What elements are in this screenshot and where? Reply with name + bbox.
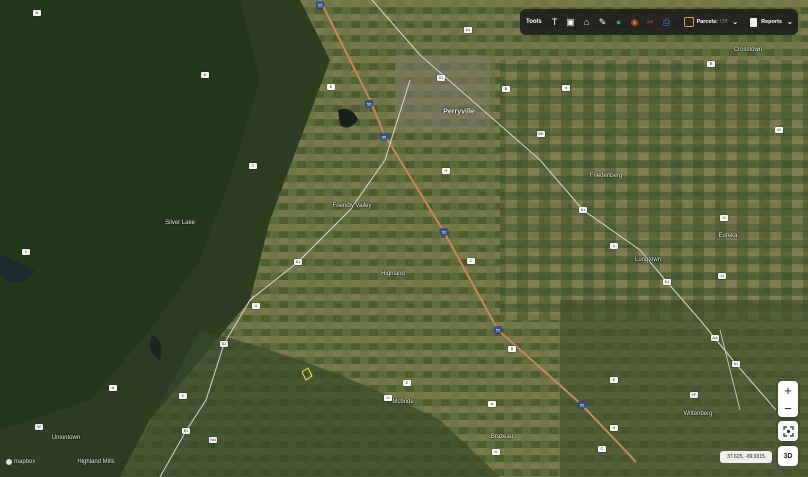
route-shield: O — [720, 215, 728, 221]
route-shield: O — [384, 395, 392, 401]
mapbox-attribution[interactable]: mapbox — [6, 459, 35, 465]
text-icon: T — [551, 17, 558, 27]
route-shield: AA — [711, 335, 719, 341]
scissors-icon: ✂ — [646, 16, 655, 27]
route-shield: 61 — [294, 259, 302, 265]
reports-dropdown[interactable]: Reports ⌄ — [750, 17, 793, 27]
route-shield: 61 — [663, 279, 671, 285]
route-shield: U — [252, 303, 260, 309]
route-shield: NN — [209, 437, 217, 443]
zoom-controls: + − — [778, 381, 798, 417]
mapbox-logo-icon — [6, 459, 12, 465]
target-tool-button[interactable]: ◉ — [628, 15, 642, 29]
route-shield: 61 — [464, 27, 472, 33]
route-shield: N — [33, 10, 41, 16]
place-label: Friedenberg — [589, 173, 623, 179]
report-icon — [750, 17, 758, 27]
scissors-tool-button[interactable]: ✂ — [644, 15, 658, 29]
layers-icon — [683, 17, 694, 27]
route-shield: 61 — [732, 361, 740, 367]
place-label: Friendly Valley — [332, 203, 372, 209]
place-label: Silver Lake — [165, 220, 195, 226]
place-label: Highland — [381, 271, 405, 277]
attribution-text: mapbox — [14, 459, 36, 465]
route-shield: B — [508, 346, 516, 352]
coordinates-readout: 37.625, -89.9315 — [720, 451, 772, 463]
route-shield: H — [442, 168, 450, 174]
route-shield: EE — [537, 131, 545, 137]
satellite-map[interactable] — [0, 0, 808, 477]
place-label: Uniontown — [51, 435, 81, 441]
route-shield: D — [179, 393, 187, 399]
print-icon: ⎙ — [662, 16, 671, 27]
place-label: Eureka — [718, 233, 738, 239]
route-shield: 61 — [579, 207, 587, 213]
locate-button[interactable] — [778, 421, 798, 441]
route-shield: B — [502, 86, 510, 92]
place-label: Crosstown — [733, 47, 763, 53]
route-shield: FF — [690, 392, 698, 398]
reports-label: Reports — [761, 19, 782, 25]
globe-icon: ● — [615, 17, 622, 27]
place-label: Highland Mills — [77, 459, 115, 465]
place-label: Wittenberg — [683, 411, 713, 417]
text-box-icon: ▣ — [566, 16, 575, 27]
route-shield: JJ — [718, 273, 726, 279]
route-shield: H — [610, 425, 618, 431]
tools-label: Tools — [526, 19, 542, 25]
route-shield: V — [562, 85, 570, 91]
globe-tool-button[interactable]: ● — [612, 15, 626, 29]
place-label: Perryville — [443, 108, 475, 116]
route-shield: U — [488, 401, 496, 407]
route-shield: T — [249, 163, 257, 169]
3d-toggle-button[interactable]: 3D — [778, 446, 798, 466]
route-shield: 61 — [182, 428, 190, 434]
polygon-tool-button[interactable]: ⌂ — [580, 15, 594, 29]
place-label: Mcbride — [392, 399, 414, 405]
text-box-tool-button[interactable]: ▣ — [564, 15, 578, 29]
parcels-state: Off — [719, 19, 728, 25]
parcels-label: Parcels: — [696, 19, 718, 25]
place-label: Longtown — [634, 257, 662, 263]
route-shield: E — [327, 84, 335, 90]
route-shield: 51 — [437, 75, 445, 81]
zoom-in-button[interactable]: + — [784, 384, 792, 397]
place-label: Brazeau — [490, 434, 514, 440]
ruler-icon: ✎ — [598, 16, 607, 27]
route-shield: K — [201, 72, 209, 78]
route-shield: B — [707, 61, 715, 67]
locate-icon — [782, 425, 794, 437]
route-shield: 61 — [220, 341, 228, 347]
route-shield: C — [467, 258, 475, 264]
target-icon: ◉ — [630, 16, 639, 27]
route-shield: V — [610, 243, 618, 249]
route-shield: Y — [22, 249, 30, 255]
route-shield: A — [109, 385, 117, 391]
chevron-down-icon: ⌄ — [786, 19, 793, 26]
parcels-dropdown[interactable]: Parcels: Off ⌄ — [683, 17, 739, 27]
route-shield: E — [403, 380, 411, 386]
zoom-out-button[interactable]: − — [784, 402, 792, 415]
print-tool-button[interactable]: ⎙ — [660, 15, 674, 29]
polygon-icon: ⌂ — [583, 17, 590, 27]
chevron-down-icon: ⌄ — [732, 19, 739, 26]
map-toolbar: Tools T ▣ ⌂ ✎ ● ◉ ✂ ⎙ Parcels: Off ⌄ Reports ⌄ — [520, 9, 798, 35]
route-shield: W — [35, 424, 43, 430]
route-shield: C — [598, 446, 606, 452]
ruler-tool-button[interactable]: ✎ — [596, 15, 610, 29]
route-shield: D — [492, 449, 500, 455]
route-shield: M — [775, 127, 783, 133]
text-tool-button[interactable]: T — [548, 15, 562, 29]
route-shield: E — [610, 377, 618, 383]
